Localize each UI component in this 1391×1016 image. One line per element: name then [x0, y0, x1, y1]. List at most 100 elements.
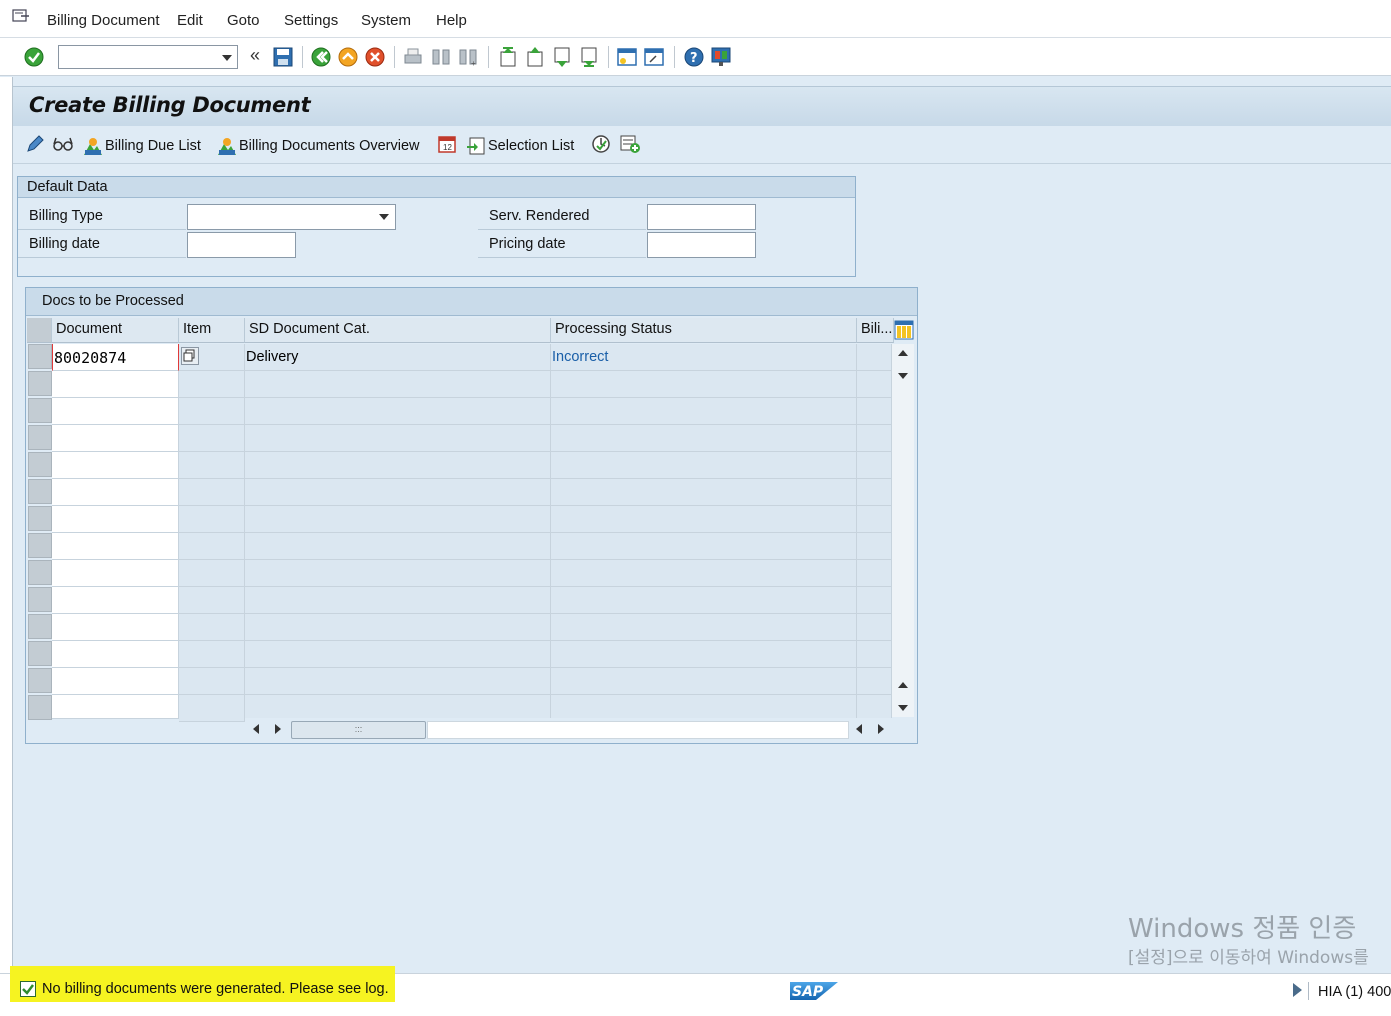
- row-selector[interactable]: [28, 344, 52, 369]
- row-selector[interactable]: [28, 371, 52, 396]
- chevron-down-icon[interactable]: [379, 214, 389, 220]
- cell-document[interactable]: [52, 452, 179, 479]
- shortcut-icon[interactable]: [643, 46, 665, 68]
- scroll-page-up-icon[interactable]: [898, 350, 908, 356]
- table-settings-icon[interactable]: [894, 320, 914, 340]
- column-header-bili[interactable]: Bili...: [857, 318, 894, 343]
- cell-document[interactable]: [52, 668, 179, 695]
- cell-document[interactable]: [52, 614, 179, 641]
- save-icon[interactable]: [272, 46, 294, 68]
- cell-sd-cat: [245, 668, 551, 695]
- scroll-up-icon[interactable]: [898, 682, 908, 688]
- billing-type-field[interactable]: [187, 204, 396, 230]
- row-selector[interactable]: [28, 641, 52, 666]
- menu-settings[interactable]: Settings: [284, 12, 338, 29]
- exit-icon[interactable]: [337, 46, 359, 68]
- row-selector[interactable]: [28, 668, 52, 693]
- display-glasses-icon[interactable]: [52, 135, 74, 153]
- calendar-icon[interactable]: 12: [437, 134, 457, 154]
- cancel-icon[interactable]: [364, 46, 386, 68]
- first-page-icon[interactable]: [497, 46, 519, 68]
- column-header-processing-status[interactable]: Processing Status: [551, 318, 857, 343]
- scroll-left-icon[interactable]: [253, 724, 259, 734]
- cell-document[interactable]: [52, 398, 179, 425]
- row-selector[interactable]: [28, 533, 52, 558]
- scroll-track[interactable]: [427, 721, 849, 739]
- cell-document[interactable]: [52, 479, 179, 506]
- column-header-item[interactable]: Item: [179, 318, 245, 343]
- billing-due-list-button[interactable]: Billing Due List: [83, 136, 201, 156]
- next-page-icon[interactable]: [551, 46, 573, 68]
- cell-status: [551, 533, 857, 560]
- menu-edit[interactable]: Edit: [177, 12, 203, 29]
- create-session-icon[interactable]: [616, 46, 638, 68]
- chevron-down-icon[interactable]: [222, 55, 232, 61]
- cell-document[interactable]: [52, 641, 179, 668]
- horizontal-scrollbar[interactable]: :::: [245, 718, 914, 740]
- cell-item: [179, 506, 245, 533]
- customize-layout-icon[interactable]: [710, 46, 732, 68]
- cell-sd-cat: [245, 506, 551, 533]
- row-selector[interactable]: [28, 506, 52, 531]
- cell-document[interactable]: 80020874: [52, 344, 179, 371]
- previous-page-icon[interactable]: [524, 46, 546, 68]
- row-selector[interactable]: [28, 479, 52, 504]
- row-selector[interactable]: [28, 398, 52, 423]
- scroll-down-icon[interactable]: [898, 705, 908, 711]
- system-info[interactable]: HIA (1) 400: [1318, 984, 1391, 1000]
- expand-command-icon[interactable]: «: [250, 45, 260, 66]
- selection-list-button[interactable]: Selection List: [466, 136, 574, 156]
- billing-documents-overview-button[interactable]: Billing Documents Overview: [217, 136, 420, 156]
- row-selector[interactable]: [28, 614, 52, 639]
- row-selector[interactable]: [28, 560, 52, 585]
- help-icon[interactable]: ?: [683, 46, 705, 68]
- back-icon[interactable]: [310, 46, 332, 68]
- scroll-far-left-icon[interactable]: [856, 724, 862, 734]
- row-selector[interactable]: [28, 695, 52, 720]
- pricing-date-field[interactable]: [647, 232, 756, 258]
- menu-goto[interactable]: Goto: [227, 12, 260, 29]
- column-header-sd-document-cat[interactable]: SD Document Cat.: [245, 318, 551, 343]
- system-info-toggle-icon[interactable]: [1293, 983, 1302, 997]
- find-next-icon[interactable]: +: [457, 46, 479, 68]
- background-processing-icon[interactable]: [591, 134, 611, 154]
- status-message[interactable]: No billing documents were generated. Ple…: [10, 966, 395, 1002]
- scroll-page-down-icon[interactable]: [898, 373, 908, 379]
- scroll-right-icon[interactable]: [275, 724, 281, 734]
- scroll-thumb[interactable]: :::: [291, 721, 426, 739]
- cell-status[interactable]: Incorrect: [551, 344, 857, 371]
- cell-document[interactable]: [52, 425, 179, 452]
- svg-text:?: ?: [690, 51, 698, 66]
- cell-document[interactable]: [52, 371, 179, 398]
- billing-date-field[interactable]: [187, 232, 296, 258]
- row-selector[interactable]: [28, 425, 52, 450]
- cell-document[interactable]: [52, 533, 179, 560]
- serv-rendered-field[interactable]: [647, 204, 756, 230]
- edit-pencil-icon[interactable]: [25, 134, 45, 154]
- menu-system[interactable]: System: [361, 12, 411, 29]
- add-entry-icon[interactable]: [619, 134, 641, 154]
- menu-billing-document[interactable]: Billing Document: [47, 12, 160, 29]
- row-selector[interactable]: [28, 452, 52, 477]
- scroll-far-right-icon[interactable]: [878, 724, 884, 734]
- enter-icon[interactable]: [23, 46, 45, 68]
- menu-help[interactable]: Help: [436, 12, 467, 29]
- find-icon[interactable]: [430, 46, 452, 68]
- cell-document[interactable]: [52, 506, 179, 533]
- last-page-icon[interactable]: [578, 46, 600, 68]
- svg-text:12: 12: [443, 143, 452, 152]
- cell-document[interactable]: [52, 587, 179, 614]
- cell-sd-cat: [245, 452, 551, 479]
- system-menu-icon[interactable]: [12, 9, 30, 23]
- select-all-corner[interactable]: [27, 318, 52, 343]
- cell-document[interactable]: [52, 695, 179, 719]
- print-icon[interactable]: [402, 46, 424, 68]
- row-selector[interactable]: [28, 587, 52, 612]
- cell-document[interactable]: [52, 560, 179, 587]
- item-details-icon[interactable]: [181, 347, 199, 365]
- success-check-icon: [20, 981, 36, 997]
- column-header-document[interactable]: Document: [52, 318, 179, 343]
- vertical-scrollbar[interactable]: [892, 344, 914, 717]
- command-field[interactable]: [58, 45, 238, 69]
- billing-type-label: Billing Type: [18, 204, 186, 230]
